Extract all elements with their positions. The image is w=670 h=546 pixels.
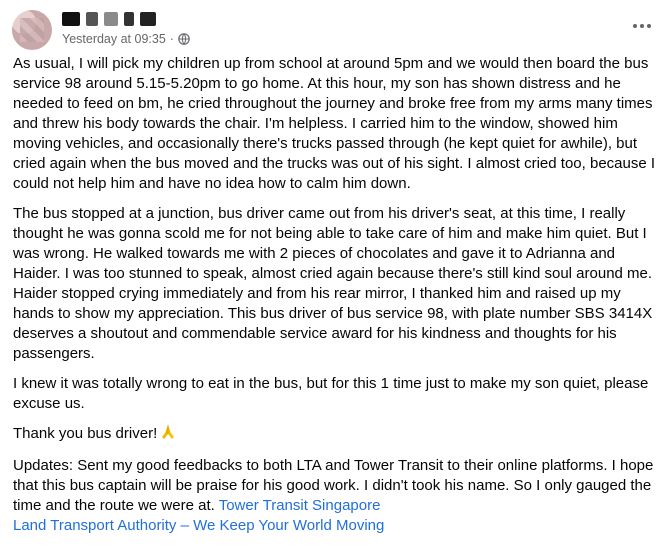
post-header: Yesterday at 09:35 ·	[12, 8, 658, 52]
more-options-icon[interactable]	[626, 14, 658, 38]
link-tower-transit[interactable]: Tower Transit Singapore	[219, 497, 381, 514]
globe-icon[interactable]	[178, 33, 190, 45]
folded-hands-emoji	[159, 424, 177, 446]
post-paragraph: Thank you bus driver!	[13, 425, 158, 442]
post-timestamp[interactable]: Yesterday at 09:35	[62, 32, 166, 46]
author-avatar[interactable]	[12, 10, 52, 50]
meta-separator: ·	[169, 32, 174, 46]
facebook-post: Yesterday at 09:35 · As usual, I will pi…	[0, 0, 670, 534]
post-body: As usual, I will pick my children up fro…	[13, 54, 660, 546]
thanks-line: Thank you bus driver!	[13, 424, 660, 446]
author-name-redacted[interactable]	[62, 12, 262, 28]
post-paragraph: As usual, I will pick my children up fro…	[13, 55, 656, 192]
post-paragraph: I knew it was totally wrong to eat in th…	[13, 375, 649, 412]
post-paragraph: The bus stopped at a junction, bus drive…	[13, 205, 653, 362]
update-paragraph: Updates: Sent my good feedbacks to both …	[13, 456, 660, 536]
post-meta: Yesterday at 09:35 ·	[62, 32, 190, 46]
link-lta[interactable]: Land Transport Authority – We Keep Your …	[13, 517, 384, 534]
